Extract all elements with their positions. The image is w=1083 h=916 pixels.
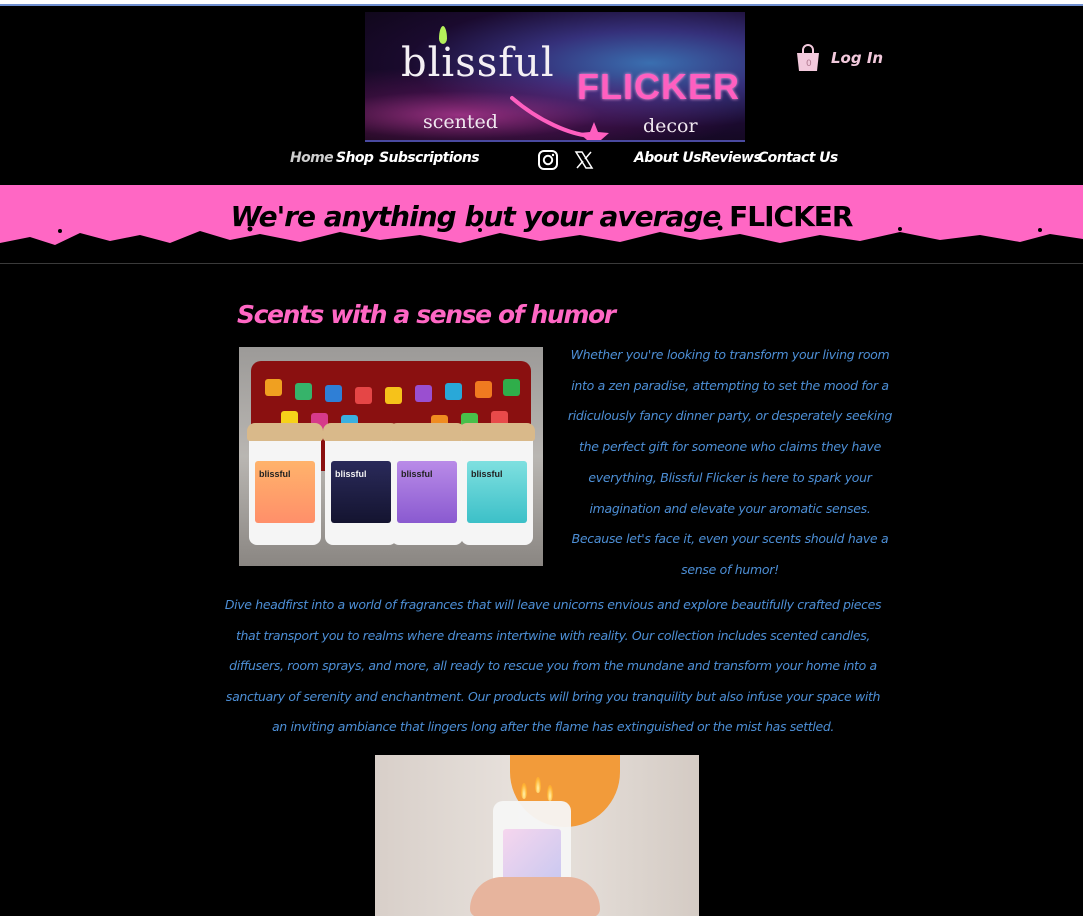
collection-paragraph: Dive headfirst into a world of fragrance… [224,597,882,734]
login-button[interactable]: 0 Log In [795,44,883,72]
candle-jar-teal: blissful [459,423,535,545]
banner-text-bold: FLICKER [729,200,853,233]
intro-paragraph: Whether you're looking to transform your… [567,347,893,577]
svg-text:0: 0 [806,59,812,69]
candle-flame-icon [535,777,541,793]
candle-jar-orange: blissful [247,423,323,545]
x-icon[interactable] [574,149,594,171]
banner-divider [0,263,1083,264]
section-title: Scents with a sense of humor [237,300,616,329]
candle-in-hand-photo [375,755,699,916]
logo-tagline-right: decor [643,115,698,137]
nav-about-us[interactable]: About Us [634,150,702,166]
logo-brand-line2: FLICKER [577,66,740,107]
instagram-icon[interactable] [537,149,559,171]
candles-photo: blissful blissful blissful blissful [239,347,543,566]
logo-brand-line1: blissful [401,40,555,86]
candle-jar-purple: blissful [389,423,465,545]
banner-headline: We're anything but your average FLICKER [0,200,1083,233]
hand [470,877,600,916]
logo-tagline-left: scented [423,111,498,133]
banner-text-italic: We're anything but your average [230,200,722,233]
nav-reviews[interactable]: Reviews [701,150,762,166]
nav-subscriptions[interactable]: Subscriptions [379,150,480,166]
login-label[interactable]: Log In [831,49,883,67]
candle-jar-navy: blissful [323,423,399,545]
nav-home[interactable]: Home [290,150,334,166]
shopping-bag-icon[interactable]: 0 [795,44,821,72]
site-logo[interactable]: blissful FLICKER scented decor [365,12,745,142]
candle-flame-icon [547,785,553,801]
nav-shop[interactable]: Shop [336,150,374,166]
nav-contact-us[interactable]: Contact Us [758,150,838,166]
browser-top-strip [0,0,1083,6]
candle-flame-icon [521,783,527,799]
